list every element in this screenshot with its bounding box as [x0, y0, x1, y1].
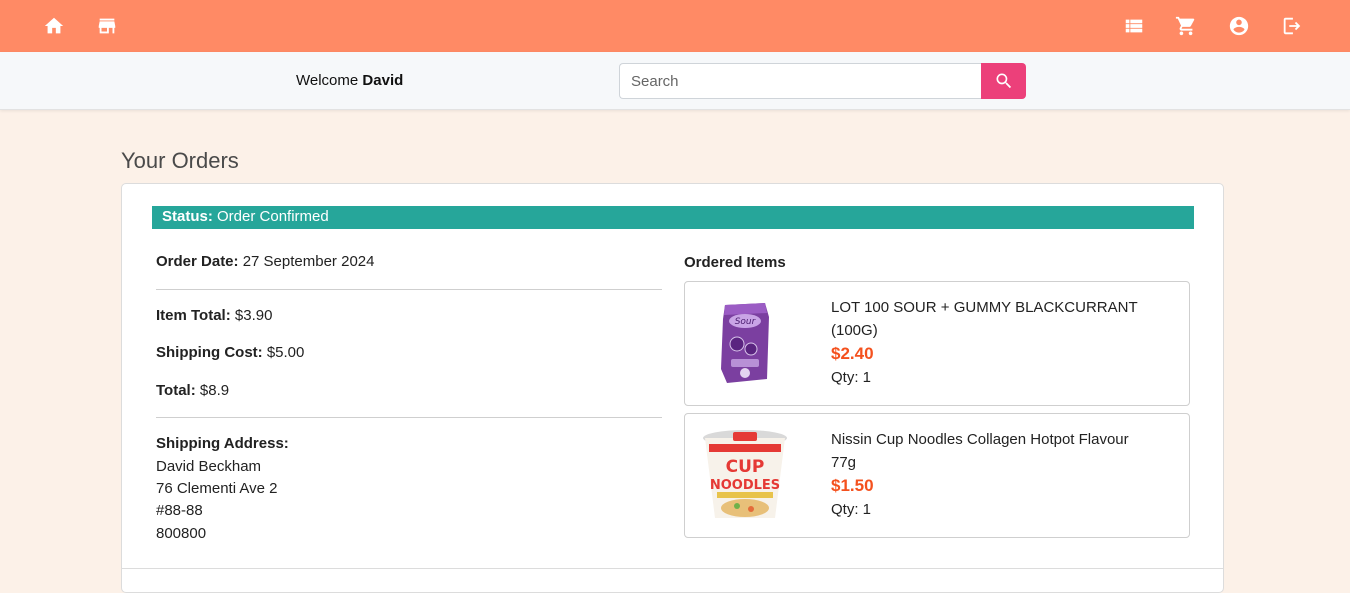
- search-icon: [996, 73, 1011, 89]
- divider: [156, 417, 662, 418]
- order-item[interactable]: CUP NOODLES Nissin Cup Noodles Collagen …: [684, 413, 1190, 538]
- svg-text:CUP: CUP: [726, 457, 765, 477]
- card-divider: [122, 568, 1223, 569]
- item-name: Nissin Cup Noodles Collagen Hotpot Flavo…: [831, 428, 1151, 474]
- svg-text:NOODLES: NOODLES: [710, 478, 780, 493]
- shipping-cost-value: $5.00: [266, 344, 305, 361]
- user-name: David: [362, 72, 404, 89]
- gummy-pack-image: Sour: [699, 293, 791, 393]
- item-total-label: Item Total:: [156, 307, 231, 324]
- search-button[interactable]: [981, 63, 1026, 99]
- item-total: Item Total: $3.90: [156, 307, 272, 324]
- divider: [156, 289, 662, 290]
- account-circle-icon[interactable]: [1227, 14, 1251, 38]
- page-title: Your Orders: [121, 148, 239, 173]
- item-name-line: (100G): [831, 322, 878, 339]
- status-value: Order Confirmed: [217, 208, 329, 225]
- welcome-message: Welcome David: [296, 72, 403, 89]
- order-date-label: Order Date:: [156, 253, 239, 270]
- home-icon[interactable]: [42, 14, 66, 38]
- item-qty: Qty: 1: [831, 501, 872, 518]
- order-total-label: Total:: [156, 382, 196, 399]
- order-date-value: 27 September 2024: [242, 253, 375, 270]
- cart-icon[interactable]: [1174, 14, 1198, 38]
- item-name-line: LOT 100 SOUR + GUMMY BLACKCURRANT: [831, 299, 1138, 316]
- shipping-cost-label: Shipping Cost:: [156, 344, 263, 361]
- welcome-prefix: Welcome: [296, 72, 359, 89]
- svg-text:Sour: Sour: [735, 317, 757, 327]
- address-line: 76 Clementi Ave 2: [156, 480, 278, 497]
- shipping-address-heading: Shipping Address:: [156, 435, 289, 452]
- sub-header: Welcome David: [0, 52, 1350, 110]
- item-name-line: Nissin Cup Noodles Collagen Hotpot Flavo…: [831, 431, 1129, 448]
- search-input[interactable]: [619, 63, 982, 99]
- item-price: $1.50: [831, 476, 874, 495]
- item-price: $2.40: [831, 344, 874, 363]
- item-name: LOT 100 SOUR + GUMMY BLACKCURRANT (100G): [831, 296, 1151, 342]
- address-line: #88-88: [156, 502, 203, 519]
- shipping-address-label: Shipping Address:: [156, 435, 289, 452]
- order-date: Order Date: 27 September 2024: [156, 253, 374, 270]
- status-label: Status:: [162, 208, 213, 225]
- list-icon[interactable]: [1122, 14, 1146, 38]
- ordered-items-heading: Ordered Items: [684, 254, 786, 271]
- order-item[interactable]: Sour LOT 100 SOUR + GUMMY BLACKCURRANT (…: [684, 281, 1190, 406]
- cup-noodles-image: CUP NOODLES: [699, 426, 791, 526]
- shipping-cost: Shipping Cost: $5.00: [156, 344, 304, 361]
- order-total: Total: $8.9: [156, 382, 229, 399]
- logout-icon[interactable]: [1280, 14, 1304, 38]
- top-nav-bar: [0, 0, 1350, 52]
- order-total-value: $8.9: [199, 382, 230, 399]
- item-total-value: $3.90: [234, 307, 273, 324]
- store-icon[interactable]: [95, 14, 119, 38]
- order-card: Status: Order Confirmed Order Date: 27 S…: [121, 183, 1224, 593]
- item-name-line: 77g: [831, 454, 857, 471]
- status-badge: Status: Order Confirmed: [152, 206, 1194, 229]
- item-qty: Qty: 1: [831, 369, 872, 386]
- address-line: David Beckham: [156, 458, 262, 475]
- address-line: 800800: [156, 525, 207, 542]
